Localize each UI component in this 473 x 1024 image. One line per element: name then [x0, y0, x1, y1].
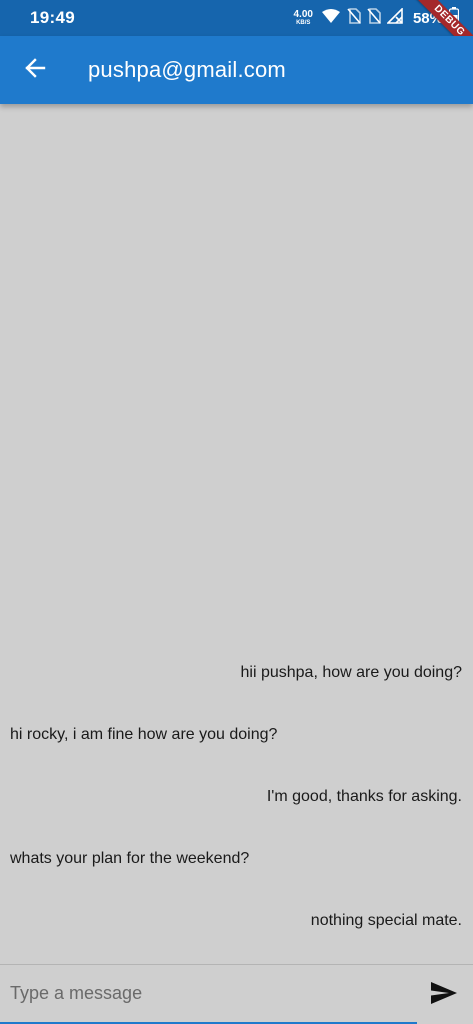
status-bar: 19:49 4.00 KB/S 58% DEBUG — [0, 0, 473, 59]
message-input[interactable] — [0, 965, 417, 1024]
message-item-sent: I'm good, thanks for asking. — [266, 788, 462, 805]
message-item-sent: hii pushpa, how are you doing? — [240, 664, 463, 681]
arrow-back-icon — [24, 57, 46, 84]
network-speed-unit: KB/S — [296, 20, 311, 26]
no-sim-icon — [347, 7, 361, 29]
send-icon — [430, 981, 458, 1010]
message-item-received: whats your plan for the weekend? — [10, 850, 250, 867]
composer-bar — [0, 964, 473, 1024]
back-button[interactable] — [13, 48, 57, 92]
network-speed-value: 4.00 — [293, 9, 313, 20]
page-title: pushpa@gmail.com — [88, 57, 286, 82]
message-item-sent: nothing special mate. — [310, 912, 462, 929]
status-time: 19:49 — [30, 8, 75, 27]
network-speed: 4.00 KB/S — [293, 9, 313, 27]
app-bar: pushpa@gmail.com — [0, 36, 473, 104]
message-item-received: hi rocky, i am fine how are you doing? — [10, 726, 278, 743]
no-sim-icon — [367, 7, 381, 29]
message-list[interactable]: hii pushpa, how are you doing? hi rocky,… — [0, 104, 473, 964]
no-signal-icon — [386, 6, 405, 29]
wifi-icon — [321, 8, 341, 29]
send-button[interactable] — [429, 981, 459, 1009]
